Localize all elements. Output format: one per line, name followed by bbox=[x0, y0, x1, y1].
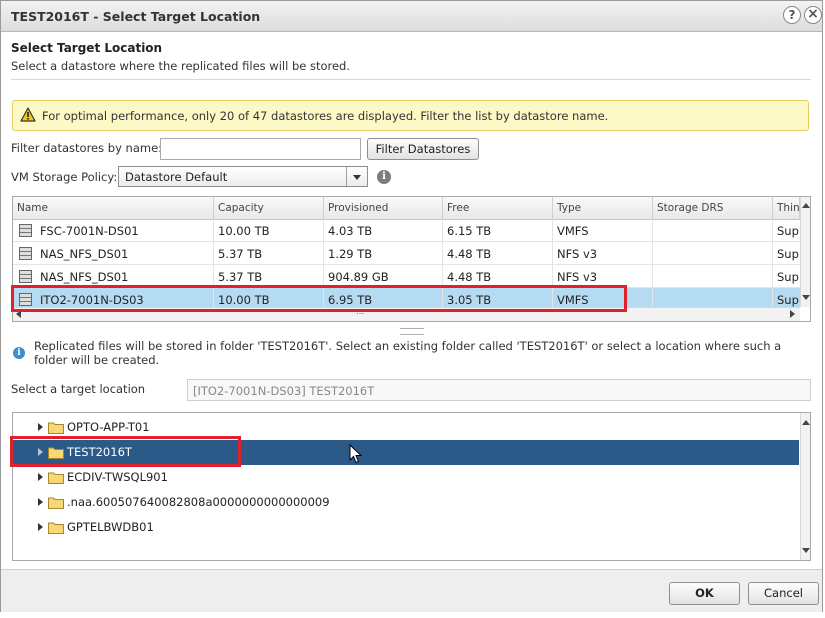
filter-label: Filter datastores by name: bbox=[11, 141, 163, 155]
ok-button[interactable]: OK bbox=[669, 582, 740, 605]
column-header-type[interactable]: Type bbox=[553, 197, 653, 219]
datastore-icon bbox=[19, 247, 32, 260]
column-header-free[interactable]: Free bbox=[443, 197, 553, 219]
folder-icon bbox=[48, 522, 64, 534]
scroll-down-icon[interactable] bbox=[802, 295, 810, 300]
cell-name: NAS_NFS_DS01 bbox=[36, 242, 214, 264]
datastore-icon bbox=[19, 270, 32, 283]
section-subtitle: Select a datastore where the replicated … bbox=[11, 59, 351, 73]
table-row[interactable]: NAS_NFS_DS01 5.37 TB 1.29 TB 4.48 TB NFS… bbox=[13, 242, 800, 265]
column-header-capacity[interactable]: Capacity bbox=[214, 197, 324, 219]
warning-banner: For optimal performance, only 20 of 47 d… bbox=[12, 100, 809, 131]
tree-node-label: GPTELBWDB01 bbox=[67, 520, 154, 534]
header-divider bbox=[11, 79, 811, 80]
replication-info-text: Replicated files will be stored in folde… bbox=[34, 339, 782, 367]
splitter-handle[interactable] bbox=[400, 328, 424, 335]
cell-name: FSC-7001N-DS01 bbox=[36, 219, 214, 241]
section-title: Select Target Location bbox=[11, 41, 163, 55]
filter-datastores-button[interactable]: Filter Datastores bbox=[367, 138, 479, 160]
title-bar[interactable]: TEST2016T - Select Target Location ? × bbox=[1, 1, 822, 32]
cell-storage-drs bbox=[653, 242, 773, 264]
chevron-down-icon[interactable] bbox=[346, 167, 367, 186]
tree-node-label: .naa.600507640082808a0000000000000009 bbox=[67, 495, 330, 509]
highlight-box-folder bbox=[10, 436, 241, 467]
warning-icon bbox=[20, 107, 36, 122]
cancel-button[interactable]: Cancel bbox=[748, 582, 819, 605]
table-vertical-scrollbar[interactable] bbox=[800, 197, 810, 307]
folder-tree: OPTO-APP-T01 TEST2016T ECDIV-TWSQL901 .n… bbox=[12, 412, 811, 561]
storage-policy-select[interactable]: Datastore Default bbox=[118, 166, 368, 187]
tree-vertical-scrollbar[interactable] bbox=[800, 413, 810, 560]
cell-storage-drs bbox=[653, 219, 773, 241]
storage-policy-label: VM Storage Policy: bbox=[11, 170, 118, 184]
cell-provisioned: 1.29 TB bbox=[324, 242, 443, 264]
expand-arrow-icon[interactable] bbox=[38, 473, 43, 481]
warning-text: For optimal performance, only 20 of 47 d… bbox=[42, 109, 609, 123]
cell-thin: Sup bbox=[777, 270, 799, 284]
column-header-thin[interactable]: Thin bbox=[773, 197, 800, 219]
target-location-label: Select a target location bbox=[11, 382, 146, 396]
cell-capacity: 10.00 TB bbox=[214, 219, 324, 241]
cell-provisioned: 904.89 GB bbox=[324, 265, 443, 287]
select-target-location-dialog: TEST2016T - Select Target Location ? × S… bbox=[0, 0, 823, 612]
cell-capacity: 5.37 TB bbox=[214, 242, 324, 264]
expand-arrow-icon[interactable] bbox=[38, 523, 43, 531]
column-header-name[interactable]: Name bbox=[13, 197, 214, 219]
folder-icon bbox=[48, 422, 64, 434]
close-button[interactable]: × bbox=[804, 6, 822, 24]
column-header-provisioned[interactable]: Provisioned bbox=[324, 197, 443, 219]
cell-storage-drs bbox=[653, 265, 773, 287]
highlight-box-datastore bbox=[11, 285, 627, 312]
cell-free: 4.48 TB bbox=[443, 242, 553, 264]
cell-thin: Sup bbox=[777, 224, 799, 238]
expand-arrow-icon[interactable] bbox=[38, 498, 43, 506]
mouse-cursor-icon bbox=[349, 444, 362, 464]
cell-name: NAS_NFS_DS01 bbox=[36, 265, 214, 287]
column-header-storage-drs[interactable]: Storage DRS bbox=[653, 197, 773, 219]
expand-arrow-icon[interactable] bbox=[38, 423, 43, 431]
tree-node[interactable]: ECDIV-TWSQL901 bbox=[13, 465, 799, 490]
dialog-footer: OK Cancel bbox=[1, 569, 822, 612]
tree-node[interactable]: GPTELBWDB01 bbox=[13, 515, 799, 540]
cell-type: VMFS bbox=[553, 219, 653, 241]
help-button[interactable]: ? bbox=[783, 6, 801, 24]
info-icon: i bbox=[13, 347, 25, 359]
cell-free: 4.48 TB bbox=[443, 265, 553, 287]
tree-node[interactable]: .naa.600507640082808a0000000000000009 bbox=[13, 490, 799, 515]
scroll-up-icon[interactable] bbox=[802, 420, 810, 425]
scroll-right-icon[interactable] bbox=[790, 310, 795, 318]
table-row[interactable]: FSC-7001N-DS01 10.00 TB 4.03 TB 6.15 TB … bbox=[13, 219, 800, 242]
folder-icon bbox=[48, 472, 64, 484]
storage-policy-value: Datastore Default bbox=[125, 170, 228, 184]
tree-node-label: ECDIV-TWSQL901 bbox=[67, 470, 168, 484]
cell-free: 6.15 TB bbox=[443, 219, 553, 241]
cell-capacity: 5.37 TB bbox=[214, 265, 324, 287]
folder-icon bbox=[48, 497, 64, 509]
tree-node-label: OPTO-APP-T01 bbox=[67, 420, 150, 434]
dialog-title: TEST2016T - Select Target Location bbox=[11, 9, 261, 24]
scroll-down-icon[interactable] bbox=[802, 548, 810, 553]
scroll-up-icon[interactable] bbox=[802, 203, 810, 208]
cell-type: NFS v3 bbox=[553, 242, 653, 264]
cell-thin: Sup bbox=[777, 247, 799, 261]
table-header: Name Capacity Provisioned Free Type Stor… bbox=[13, 197, 810, 220]
filter-input[interactable] bbox=[160, 138, 361, 160]
info-icon[interactable]: i bbox=[377, 170, 391, 184]
datastore-icon bbox=[19, 224, 32, 237]
cell-type: NFS v3 bbox=[553, 265, 653, 287]
target-location-field: [ITO2-7001N-DS03] TEST2016T bbox=[187, 379, 811, 401]
cell-provisioned: 4.03 TB bbox=[324, 219, 443, 241]
